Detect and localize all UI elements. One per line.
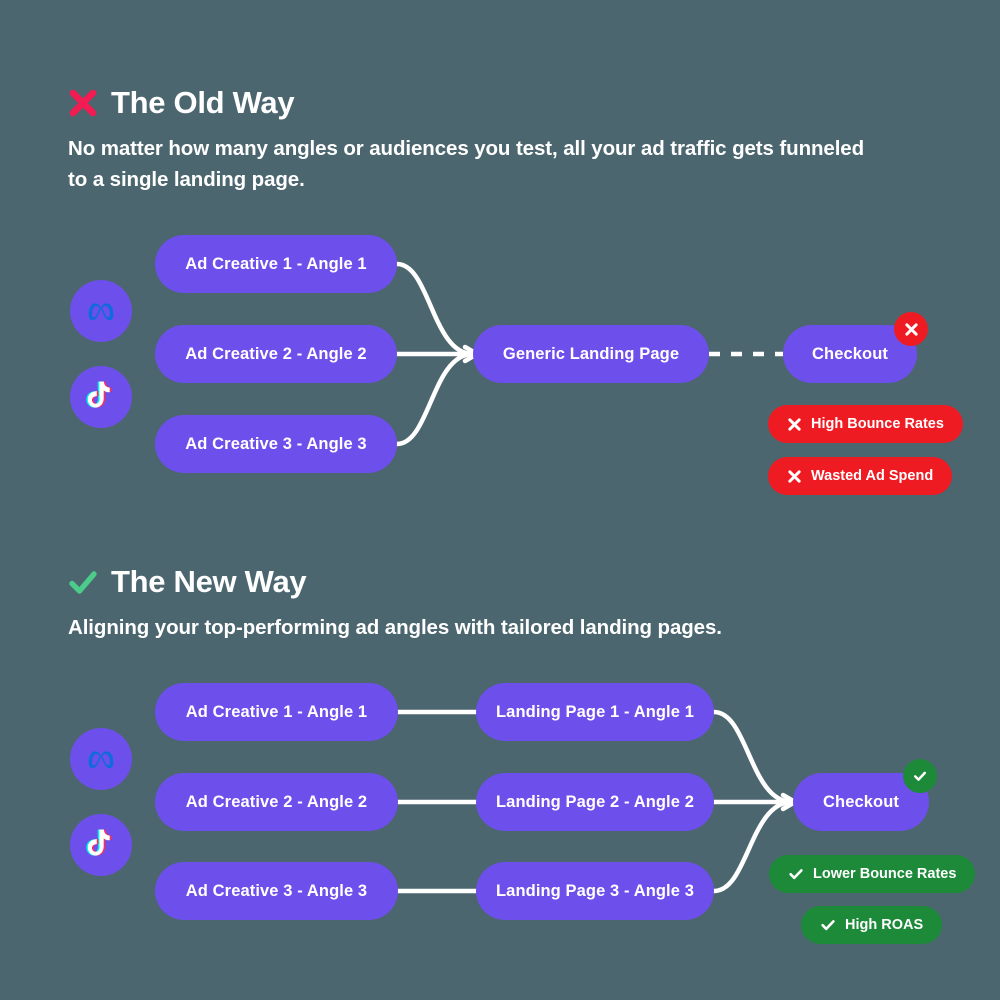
tiktok-icon [86, 829, 112, 856]
chip-lower-bounce-rates: Lower Bounce Rates [769, 855, 976, 893]
node-generic-landing-page[interactable]: Generic Landing Page [473, 325, 709, 383]
node-landing-page-1[interactable]: Landing Page 1 - Angle 1 [476, 683, 714, 741]
tiktok-icon [86, 381, 112, 408]
node-landing-page-3[interactable]: Landing Page 3 - Angle 3 [476, 862, 714, 920]
node-landing-page-2[interactable]: Landing Page 2 - Angle 2 [476, 773, 714, 831]
meta-icon [88, 751, 114, 769]
node-label: Checkout [812, 344, 888, 363]
node-label: Ad Creative 2 - Angle 2 [185, 344, 367, 363]
section-subtitle-new: Aligning your top-performing ad angles w… [68, 616, 722, 639]
edge-landing1-checkout [711, 709, 795, 805]
chip-wasted-ad-spend: Wasted Ad Spend [768, 457, 953, 495]
section-title-new: The New Way [111, 564, 307, 599]
edge-creative1-landing [394, 261, 476, 357]
channel-meta-old[interactable] [70, 280, 132, 342]
node-label: Ad Creative 1 - Angle 1 [185, 254, 367, 273]
node-ad-creative-3-new[interactable]: Ad Creative 3 - Angle 3 [155, 862, 398, 920]
check-mark-icon [789, 869, 803, 880]
node-label: Landing Page 1 - Angle 1 [496, 702, 694, 721]
section-subtitle-old: No matter how many angles or audiences y… [68, 137, 865, 191]
chip-label: Lower Bounce Rates [813, 866, 957, 882]
channel-tiktok-new[interactable] [70, 814, 132, 876]
node-label: Ad Creative 2 - Angle 2 [185, 792, 368, 811]
channel-meta-new[interactable] [70, 728, 132, 790]
node-ad-creative-3-old[interactable]: Ad Creative 3 - Angle 3 [155, 415, 397, 473]
x-mark-icon [904, 322, 918, 336]
x-mark-icon [788, 417, 801, 431]
section-heading-old: The Old Way [68, 85, 295, 121]
check-mark-icon [821, 920, 835, 931]
node-label: Ad Creative 3 - Angle 3 [185, 881, 368, 900]
checkout-status-badge-new [903, 759, 937, 793]
x-mark-icon [788, 469, 801, 483]
node-label: Ad Creative 3 - Angle 3 [185, 434, 367, 453]
checkout-status-badge-old [894, 312, 928, 346]
section-title-old: The Old Way [111, 85, 295, 120]
node-ad-creative-1-new[interactable]: Ad Creative 1 - Angle 1 [155, 683, 398, 741]
node-label: Landing Page 3 - Angle 3 [496, 881, 694, 900]
x-mark-icon [68, 88, 98, 118]
node-ad-creative-2-new[interactable]: Ad Creative 2 - Angle 2 [155, 773, 398, 831]
node-label: Landing Page 2 - Angle 2 [496, 792, 694, 811]
node-label: Ad Creative 1 - Angle 1 [185, 702, 368, 721]
node-ad-creative-1-old[interactable]: Ad Creative 1 - Angle 1 [155, 235, 397, 293]
chip-high-roas: High ROAS [801, 906, 943, 944]
channel-tiktok-old[interactable] [70, 366, 132, 428]
diagram-canvas: The Old Way No matter how many angles or… [0, 0, 1000, 1000]
chip-label: Wasted Ad Spend [811, 468, 934, 484]
chip-label: High Bounce Rates [811, 416, 944, 432]
edge-creative3-landing [394, 351, 476, 447]
chip-label: High ROAS [845, 917, 924, 933]
chip-high-bounce-rates: High Bounce Rates [768, 405, 963, 443]
node-label: Generic Landing Page [502, 344, 680, 363]
node-label: Checkout [823, 792, 899, 811]
node-ad-creative-2-old[interactable]: Ad Creative 2 - Angle 2 [155, 325, 397, 383]
meta-icon [88, 303, 114, 321]
section-heading-new: The New Way [68, 564, 307, 600]
check-mark-icon [913, 771, 927, 781]
check-mark-icon [68, 567, 98, 597]
